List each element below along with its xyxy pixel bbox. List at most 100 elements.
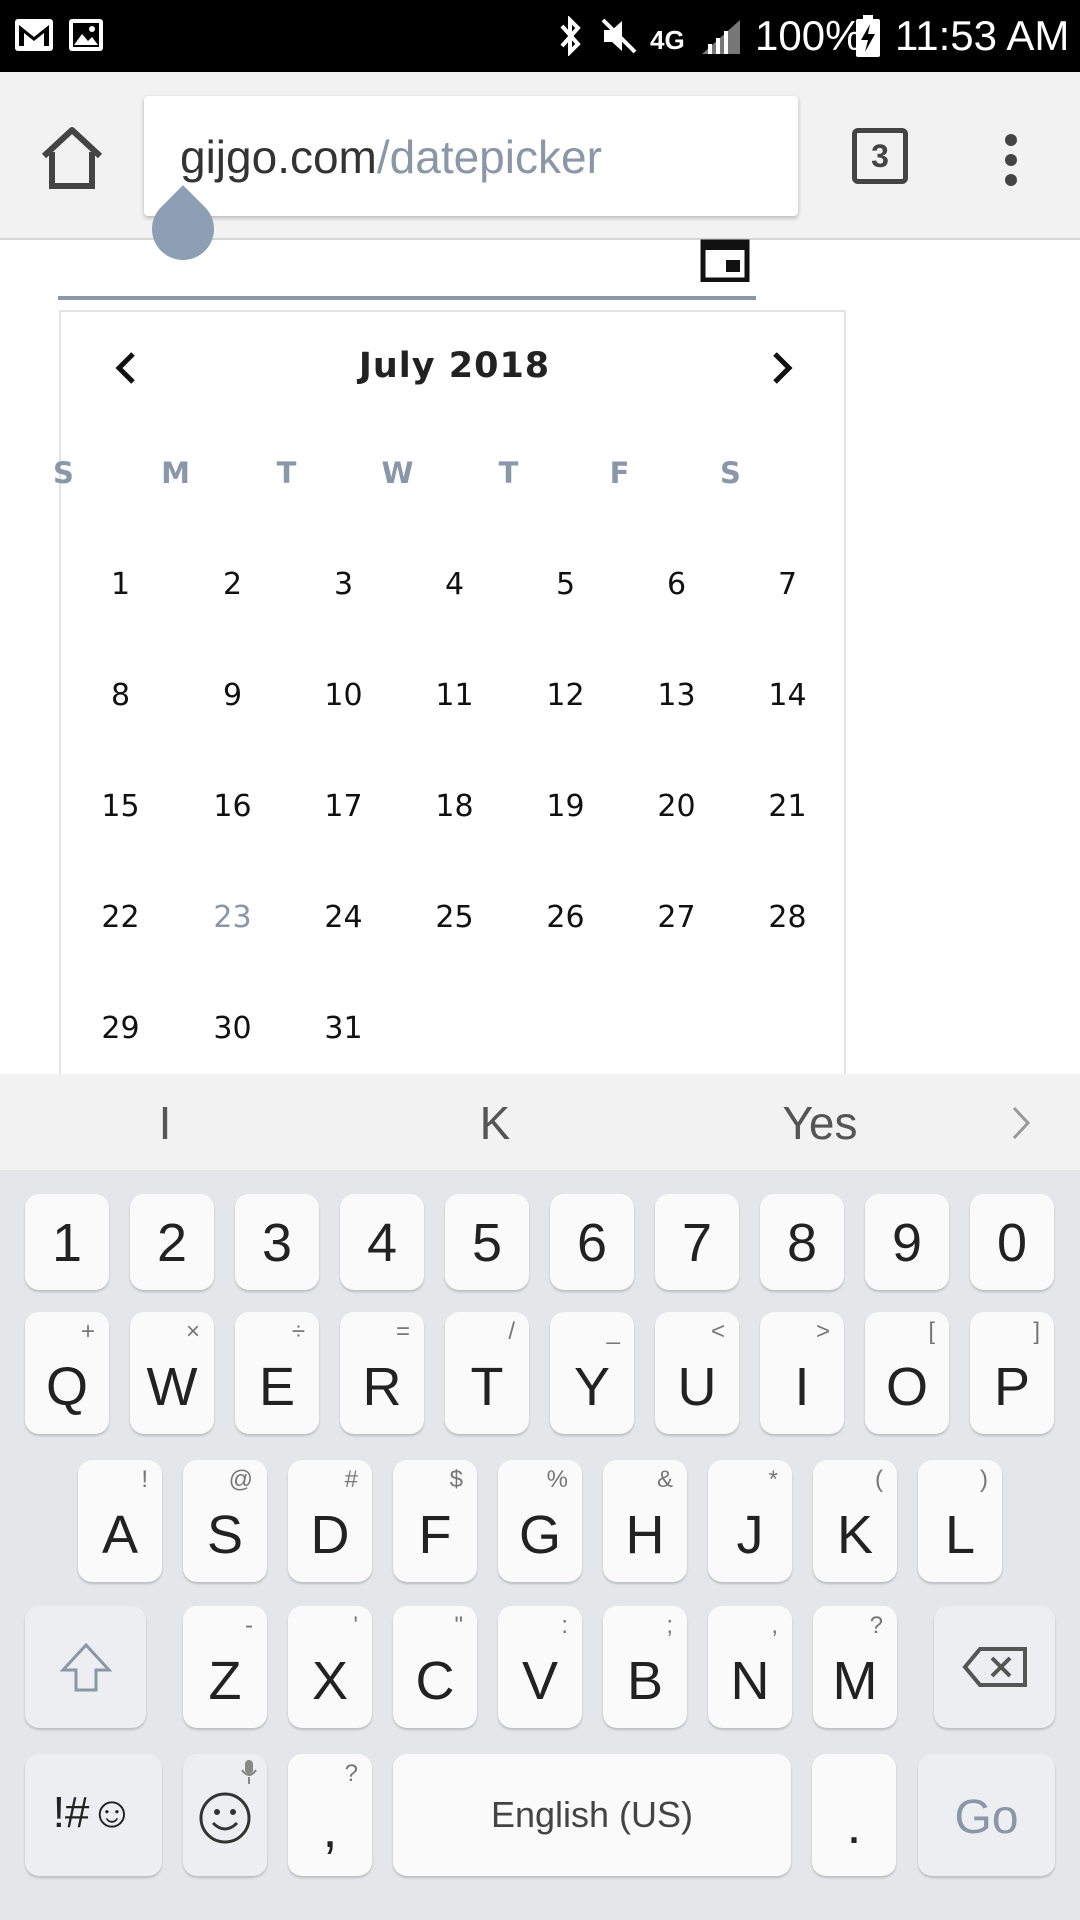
- key-1[interactable]: 1: [25, 1194, 109, 1290]
- url-text[interactable]: gijgo.com/datepicker: [180, 130, 602, 184]
- url-path: /datepicker: [376, 131, 602, 183]
- suggestion-2[interactable]: K: [420, 1096, 570, 1150]
- calendar-day[interactable]: 28: [732, 900, 843, 935]
- key-6[interactable]: 6: [550, 1194, 634, 1290]
- calendar-day[interactable]: 31: [288, 1011, 399, 1046]
- calendar-day[interactable]: 2: [177, 567, 288, 602]
- key-z[interactable]: Z-: [183, 1606, 267, 1728]
- key-k[interactable]: K(: [813, 1460, 897, 1582]
- key-d-secondary: #: [344, 1466, 358, 1493]
- calendar-day[interactable]: 11: [399, 678, 510, 713]
- calendar-day[interactable]: 16: [177, 789, 288, 824]
- calendar-day[interactable]: 13: [621, 678, 732, 713]
- calendar-day[interactable]: 27: [621, 900, 732, 935]
- calendar-icon[interactable]: [700, 238, 750, 282]
- key-i[interactable]: I >: [760, 1312, 844, 1434]
- comma-key[interactable]: ,?: [288, 1754, 372, 1876]
- key-g[interactable]: G%: [498, 1460, 582, 1582]
- key-f[interactable]: F $: [393, 1460, 477, 1582]
- key-w[interactable]: W ×: [130, 1312, 214, 1434]
- key-b[interactable]: B;: [603, 1606, 687, 1728]
- calendar-day[interactable]: 8: [65, 678, 176, 713]
- key-a[interactable]: A!: [78, 1460, 162, 1582]
- key-n-secondary: ,: [771, 1612, 778, 1639]
- key-4[interactable]: 4: [340, 1194, 424, 1290]
- key-0[interactable]: 0: [970, 1194, 1054, 1290]
- shift-icon: [59, 1642, 113, 1692]
- key-r[interactable]: R =: [340, 1312, 424, 1434]
- chevron-right-icon[interactable]: [753, 340, 809, 396]
- key-7[interactable]: 7: [655, 1194, 739, 1290]
- suggestion-3[interactable]: Yes: [740, 1096, 900, 1150]
- calendar-day[interactable]: 9: [177, 678, 288, 713]
- calendar-day[interactable]: 10: [288, 678, 399, 713]
- key-d-label: D: [310, 1505, 350, 1565]
- period-key[interactable]: .: [812, 1754, 896, 1876]
- key-9[interactable]: 9: [865, 1194, 949, 1290]
- key-x[interactable]: X ': [288, 1606, 372, 1728]
- calendar-day[interactable]: 23: [177, 900, 288, 935]
- key-v[interactable]: V:: [498, 1606, 582, 1728]
- key-u[interactable]: U <: [655, 1312, 739, 1434]
- home-icon[interactable]: [36, 122, 108, 194]
- calendar-day[interactable]: 1: [65, 567, 176, 602]
- calendar-day[interactable]: 30: [177, 1011, 288, 1046]
- datepicker-calendar: July 2018 SMTWTFS 1 2 3 4 5 6 7 8 9 10 11 12 13 14 15 1…: [53, 310, 846, 1100]
- shift-key[interactable]: [25, 1606, 146, 1728]
- space-key[interactable]: English (US): [393, 1754, 791, 1876]
- key-c-secondary: ": [454, 1612, 463, 1639]
- key-q[interactable]: Q +: [25, 1312, 109, 1434]
- calendar-day[interactable]: 18: [399, 789, 510, 824]
- chevron-right-icon[interactable]: [1000, 1100, 1040, 1146]
- calendar-day[interactable]: 12: [510, 678, 621, 713]
- period-key-label: .: [846, 1795, 862, 1855]
- key-e[interactable]: E ÷: [235, 1312, 319, 1434]
- key-u-label: U: [677, 1357, 717, 1417]
- key-j[interactable]: J *: [708, 1460, 792, 1582]
- calendar-day[interactable]: 17: [288, 789, 399, 824]
- calendar-day[interactable]: 7: [732, 567, 843, 602]
- key-l-secondary: ): [980, 1466, 988, 1493]
- calendar-day[interactable]: 14: [732, 678, 843, 713]
- key-8[interactable]: 8: [760, 1194, 844, 1290]
- battery-charging-icon: [856, 15, 880, 57]
- key-y[interactable]: Y _: [550, 1312, 634, 1434]
- calendar-day[interactable]: 6: [621, 567, 732, 602]
- key-2[interactable]: 2: [130, 1194, 214, 1290]
- key-h[interactable]: H &: [603, 1460, 687, 1582]
- calendar-day[interactable]: 26: [510, 900, 621, 935]
- emoji-key[interactable]: [183, 1754, 267, 1876]
- key-s-secondary: @: [228, 1466, 253, 1493]
- date-input[interactable]: [58, 296, 756, 300]
- key-c-label: C: [415, 1651, 455, 1711]
- key-n[interactable]: N,: [708, 1606, 792, 1728]
- key-m[interactable]: M?: [813, 1606, 897, 1728]
- calendar-day[interactable]: 22: [65, 900, 176, 935]
- address-bar[interactable]: gijgo.com/datepicker: [144, 96, 798, 216]
- key-d[interactable]: D #: [288, 1460, 372, 1582]
- calendar-day[interactable]: 3: [288, 567, 399, 602]
- key-o[interactable]: O[: [865, 1312, 949, 1434]
- key-s[interactable]: S @: [183, 1460, 267, 1582]
- key-3[interactable]: 3: [235, 1194, 319, 1290]
- calendar-day[interactable]: 24: [288, 900, 399, 935]
- calendar-day[interactable]: 25: [399, 900, 510, 935]
- overflow-menu-icon[interactable]: [990, 128, 1030, 192]
- key-p[interactable]: P]: [970, 1312, 1054, 1434]
- calendar-day[interactable]: 21: [732, 789, 843, 824]
- calendar-day[interactable]: 20: [621, 789, 732, 824]
- calendar-day[interactable]: 15: [65, 789, 176, 824]
- tab-switcher-button[interactable]: 3: [852, 128, 908, 184]
- key-c[interactable]: C ": [393, 1606, 477, 1728]
- symbols-key[interactable]: !#☺: [25, 1754, 162, 1876]
- go-key[interactable]: Go: [918, 1754, 1055, 1876]
- calendar-day[interactable]: 19: [510, 789, 621, 824]
- key-t[interactable]: T /: [445, 1312, 529, 1434]
- key-l[interactable]: L): [918, 1460, 1002, 1582]
- suggestion-1[interactable]: I: [100, 1096, 230, 1150]
- key-5[interactable]: 5: [445, 1194, 529, 1290]
- backspace-key[interactable]: [934, 1606, 1055, 1728]
- calendar-day[interactable]: 29: [65, 1011, 176, 1046]
- calendar-day[interactable]: 4: [399, 567, 510, 602]
- calendar-day[interactable]: 5: [510, 567, 621, 602]
